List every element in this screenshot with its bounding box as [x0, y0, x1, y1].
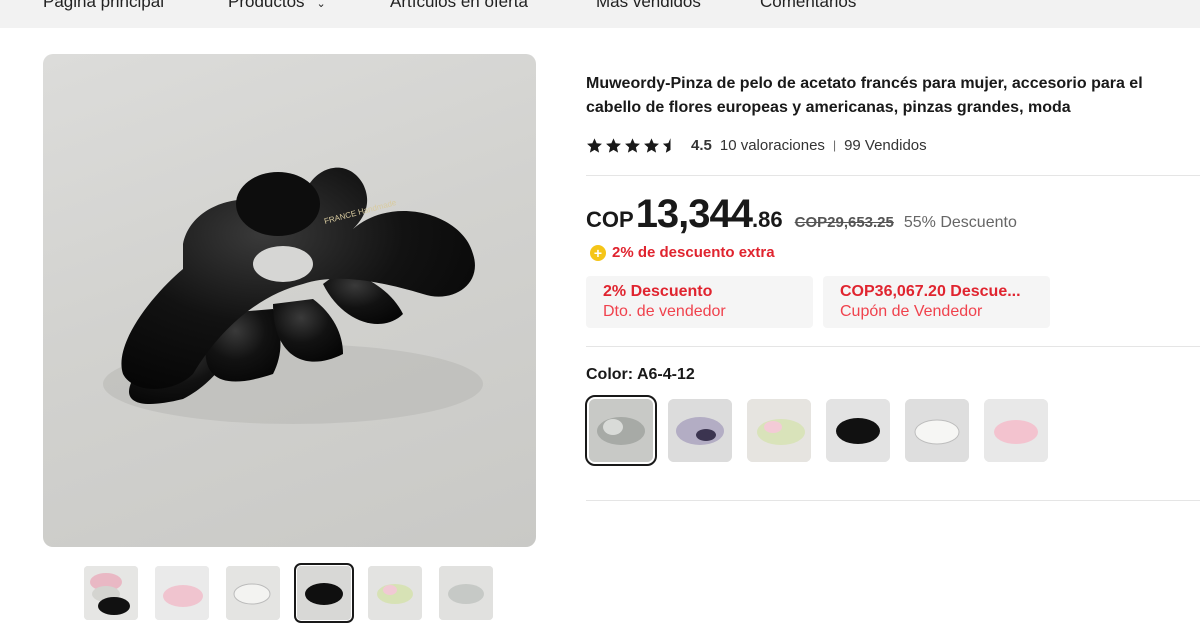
star-icon: [587, 137, 602, 153]
sold-count: 99 Vendidos: [844, 136, 927, 154]
thumbnail-item[interactable]: [155, 566, 209, 620]
coupon-seller-voucher[interactable]: COP36,067.20 Descue... Cupón de Vendedor: [823, 276, 1050, 328]
half-star-icon: [663, 137, 671, 153]
nav-products[interactable]: Productos ⌄: [228, 0, 326, 15]
divider: [586, 500, 1200, 501]
coupon-subtitle: Dto. de vendedor: [603, 303, 726, 320]
coupon-seller-discount[interactable]: 2% Descuento Dto. de vendedor: [586, 276, 813, 328]
color-swatch[interactable]: [984, 399, 1048, 462]
chevron-down-icon: ⌄: [316, 0, 326, 10]
color-swatch[interactable]: [826, 399, 890, 462]
price-decimal: .86: [752, 207, 783, 232]
star-icon: [644, 137, 659, 153]
color-swatch[interactable]: [747, 399, 811, 462]
top-nav: Página principal Productos ⌄ Artículos en…: [0, 0, 1200, 28]
original-price: COP29,653.25: [794, 214, 894, 231]
rating-row: 4.5 10 valoraciones | 99 Vendidos: [586, 134, 927, 156]
color-swatch-selected[interactable]: [585, 395, 657, 466]
divider: [586, 346, 1200, 347]
thumbnail-item[interactable]: [439, 566, 493, 620]
color-swatch[interactable]: [905, 399, 969, 462]
nav-products-label: Productos: [228, 0, 305, 11]
star-icon: [606, 137, 621, 153]
hair-claw-illustration: FRANCE Handmade: [103, 167, 483, 424]
nav-home[interactable]: Página principal: [43, 0, 164, 13]
price-integer: 13,344: [635, 192, 753, 236]
discount-percent: 55% Descuento: [903, 214, 1017, 231]
plus-coin-icon: +: [590, 244, 606, 261]
product-title: Muweordy-Pinza de pelo de acetato francé…: [586, 75, 1143, 116]
rating-separator: |: [832, 138, 837, 152]
thumbnail-item[interactable]: [226, 566, 280, 620]
thumbnail-item[interactable]: [368, 566, 422, 620]
color-swatch[interactable]: [668, 399, 732, 462]
thumbnail-strip: [84, 563, 504, 623]
star-rating: [586, 137, 679, 154]
coupon-title: COP36,067.20 Descue...: [840, 283, 1021, 300]
extra-discount-text: 2% de descuento extra: [612, 244, 775, 261]
nav-reviews[interactable]: Comentarios: [760, 0, 856, 13]
main-product-image[interactable]: FRANCE Handmade: [43, 54, 536, 547]
rating-value: 4.5: [691, 136, 712, 154]
divider: [586, 175, 1200, 176]
nav-bestsellers[interactable]: Más vendidos: [596, 0, 701, 13]
color-label: Color: A6-4-12: [586, 366, 695, 383]
nav-deals[interactable]: Artículos en oferta: [390, 0, 528, 13]
extra-discount[interactable]: + 2% de descuento extra: [590, 244, 775, 261]
reviews-link[interactable]: 10 valoraciones: [720, 137, 825, 154]
price-currency: COP: [586, 207, 634, 232]
thumbnail-item[interactable]: [84, 566, 138, 620]
thumbnail-item-selected[interactable]: [294, 563, 354, 623]
star-icon: [625, 137, 640, 153]
coupon-title: 2% Descuento: [603, 283, 713, 300]
coupon-subtitle: Cupón de Vendedor: [840, 303, 983, 320]
price-row: COP 13,344 .86 COP29,653.25 55% Descuent…: [586, 192, 1017, 237]
